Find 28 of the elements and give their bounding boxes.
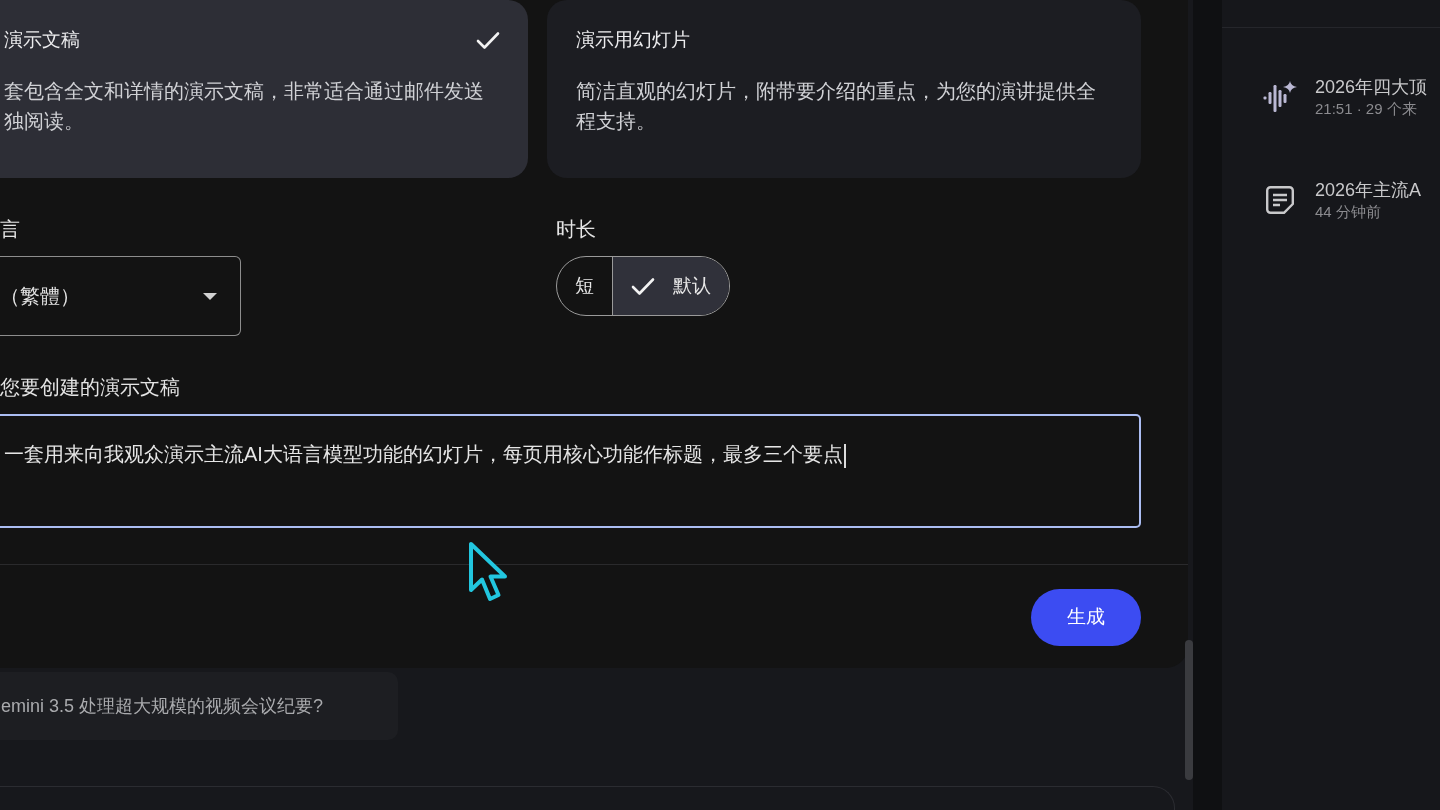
note-meta: 44 分钟前: [1315, 202, 1382, 222]
option-description: 套包含全文和详情的演示文稿，非常适合通过邮件发送: [4, 79, 485, 104]
language-label: 言: [0, 217, 21, 242]
dropdown-caret-icon: [203, 292, 217, 300]
note-meta: 21:51 · 29 个来: [1315, 99, 1418, 119]
duration-option[interactable]: 短: [557, 257, 612, 315]
prompt-label: 您要创建的演示文稿: [0, 375, 181, 400]
generate-button[interactable]: 生成: [1031, 589, 1141, 646]
text-cursor-icon: [843, 443, 846, 468]
check-icon: [476, 30, 500, 50]
option-title: 演示文稿: [4, 27, 80, 52]
note-title: 2026年四大顶: [1315, 76, 1428, 99]
option-description: 独阅读。: [4, 109, 85, 134]
format-option-card[interactable]: 演示文稿 套包含全文和详情的演示文稿，非常适合通过邮件发送 独阅读。: [0, 0, 528, 178]
mouse-pointer-icon: [468, 541, 508, 603]
note-title: 2026年主流A: [1315, 179, 1422, 202]
prompt-input-field[interactable]: 一套用来向我观众演示主流AI大语言模型功能的幻灯片，每页用核心功能作标题，最多三个要点: [0, 414, 1141, 528]
option-title: 演示用幻灯片: [576, 27, 690, 52]
note-icon: [1266, 186, 1294, 214]
language-dropdown[interactable]: （繁體）: [0, 256, 241, 336]
duration-option[interactable]: 默认: [612, 257, 729, 315]
scrollbar-thumb[interactable]: [1185, 640, 1193, 780]
audio-sparkle-icon: [1263, 81, 1297, 113]
suggestion-chip[interactable]: emini 3.5 处理超大规模的视频会议纪要?: [0, 672, 398, 740]
format-option-card[interactable]: 演示用幻灯片 简洁直观的幻灯片，附带要介绍的重点，为您的演讲提供全程支持。: [547, 0, 1141, 178]
option-description: 简洁直观的幻灯片，附带要介绍的重点，为您的演讲提供全程支持。: [576, 79, 1097, 134]
check-icon: [631, 276, 655, 296]
duration-label: 时长: [556, 217, 597, 242]
